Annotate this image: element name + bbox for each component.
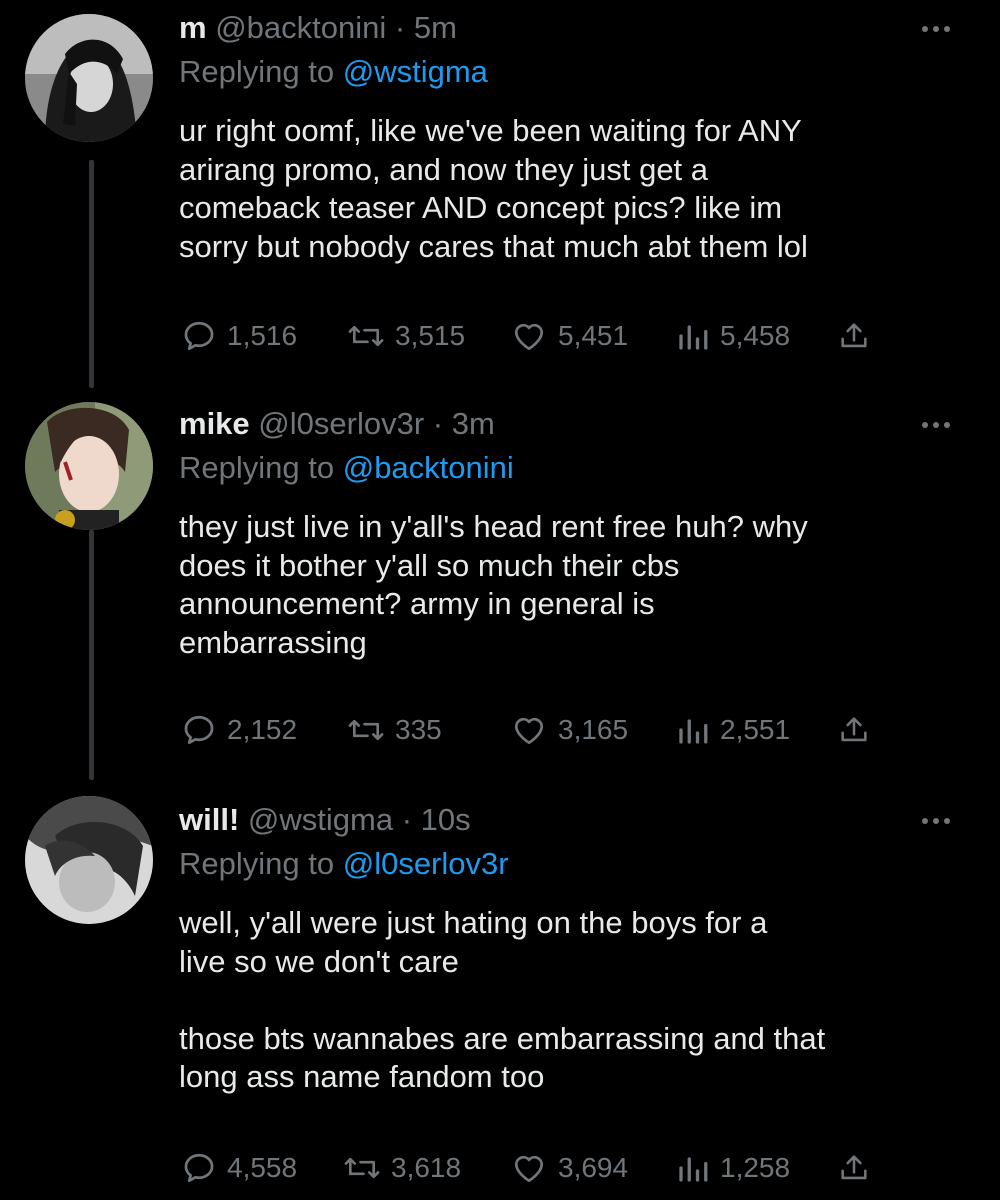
tweet-text: ur right oomf, like we've been waiting f…: [179, 113, 808, 264]
retweet-count: 3,515: [395, 320, 466, 351]
more-options-icon[interactable]: [922, 418, 966, 432]
reply-button[interactable]: 2,152: [181, 710, 297, 750]
share-button[interactable]: [837, 316, 871, 356]
share-icon: [841, 717, 867, 742]
avatar[interactable]: [25, 14, 153, 142]
share-icon: [841, 1155, 867, 1180]
retweet-count: 335: [395, 714, 442, 745]
views-button[interactable]: 1,258: [676, 1148, 790, 1188]
timestamp[interactable]: 5m: [414, 10, 457, 45]
share-button[interactable]: [837, 710, 871, 750]
tweet[interactable]: will! @wstigma · 10s Replying to @l0serl…: [0, 792, 1000, 1200]
like-button[interactable]: 3,165: [510, 710, 628, 750]
views-count: 1,258: [720, 1152, 791, 1183]
views-icon: [679, 719, 708, 744]
like-button[interactable]: 3,694: [510, 1148, 628, 1188]
avatar-image: [25, 796, 153, 924]
replying-to: Replying to @wstigma: [179, 53, 488, 91]
separator-dot: ·: [432, 406, 444, 441]
views-count: 5,458: [720, 320, 791, 351]
avatar-image: [25, 14, 153, 142]
replying-to-label: Replying to: [179, 450, 335, 485]
tweet-header: m @backtonini · 5m: [179, 9, 457, 47]
retweet-icon: [348, 719, 384, 741]
views-count: 2,551: [720, 714, 791, 745]
separator-dot: ·: [394, 10, 406, 45]
separator-dot: ·: [401, 802, 413, 837]
reply-count: 1,516: [227, 320, 298, 351]
share-icon: [841, 323, 867, 348]
tweet[interactable]: m @backtonini · 5m Replying to @wstigma …: [0, 0, 1000, 390]
like-button[interactable]: 5,451: [510, 316, 628, 356]
replying-to-handle[interactable]: @wstigma: [343, 54, 488, 89]
like-count: 3,694: [558, 1152, 629, 1183]
tweet[interactable]: mike @l0serlov3r · 3m Replying to @backt…: [0, 396, 1000, 786]
more-options-icon[interactable]: [922, 22, 966, 36]
retweet-icon: [344, 1157, 380, 1179]
views-button[interactable]: 2,551: [676, 710, 790, 750]
views-button[interactable]: 5,458: [676, 316, 790, 356]
display-name[interactable]: will!: [179, 802, 239, 837]
views-icon: [679, 325, 708, 350]
display-name[interactable]: mike: [179, 406, 250, 441]
heart-icon: [514, 323, 544, 351]
timestamp[interactable]: 10s: [421, 802, 471, 837]
more-options-icon[interactable]: [922, 814, 966, 828]
reply-button[interactable]: 4,558: [181, 1148, 297, 1188]
replying-to: Replying to @l0serlov3r: [179, 845, 509, 883]
display-name[interactable]: m: [179, 10, 207, 45]
replying-to: Replying to @backtonini: [179, 449, 514, 487]
reply-count: 4,558: [227, 1152, 298, 1183]
avatar[interactable]: [25, 796, 153, 924]
avatar-image: [25, 402, 153, 530]
tweet-text: they just live in y'all's head rent free…: [179, 509, 808, 660]
tweet-actions: 4,558 3,618 3,694 1,258: [179, 1148, 899, 1188]
heart-icon: [514, 717, 544, 745]
like-count: 5,451: [558, 320, 629, 351]
views-icon: [679, 1157, 708, 1182]
retweet-icon: [348, 325, 384, 347]
retweet-button[interactable]: 3,515: [347, 316, 465, 356]
user-handle[interactable]: @l0serlov3r: [258, 406, 424, 441]
retweet-count: 3,618: [391, 1152, 462, 1183]
user-handle[interactable]: @backtonini: [215, 10, 386, 45]
reply-icon: [184, 321, 214, 351]
replying-to-handle[interactable]: @backtonini: [343, 450, 514, 485]
like-count: 3,165: [558, 714, 629, 745]
reply-icon: [184, 1153, 214, 1183]
tweet-header: mike @l0serlov3r · 3m: [179, 405, 495, 443]
tweet-actions: 2,152 335 3,165 2,551: [179, 710, 899, 750]
tweet-text: well, y'all were just hating on the boys…: [179, 905, 826, 1094]
timestamp[interactable]: 3m: [452, 406, 495, 441]
avatar[interactable]: [25, 402, 153, 530]
replying-to-handle[interactable]: @l0serlov3r: [343, 846, 509, 881]
reply-count: 2,152: [227, 714, 298, 745]
reply-icon: [184, 715, 214, 745]
retweet-button[interactable]: 3,618: [343, 1148, 461, 1188]
reply-button[interactable]: 1,516: [181, 316, 297, 356]
tweet-actions: 1,516 3,515 5,451 5,458: [179, 316, 899, 356]
share-button[interactable]: [837, 1148, 871, 1188]
user-handle[interactable]: @wstigma: [248, 802, 393, 837]
replying-to-label: Replying to: [179, 54, 335, 89]
retweet-button[interactable]: 335: [347, 710, 442, 750]
replying-to-label: Replying to: [179, 846, 335, 881]
heart-icon: [514, 1155, 544, 1183]
tweet-header: will! @wstigma · 10s: [179, 801, 471, 839]
